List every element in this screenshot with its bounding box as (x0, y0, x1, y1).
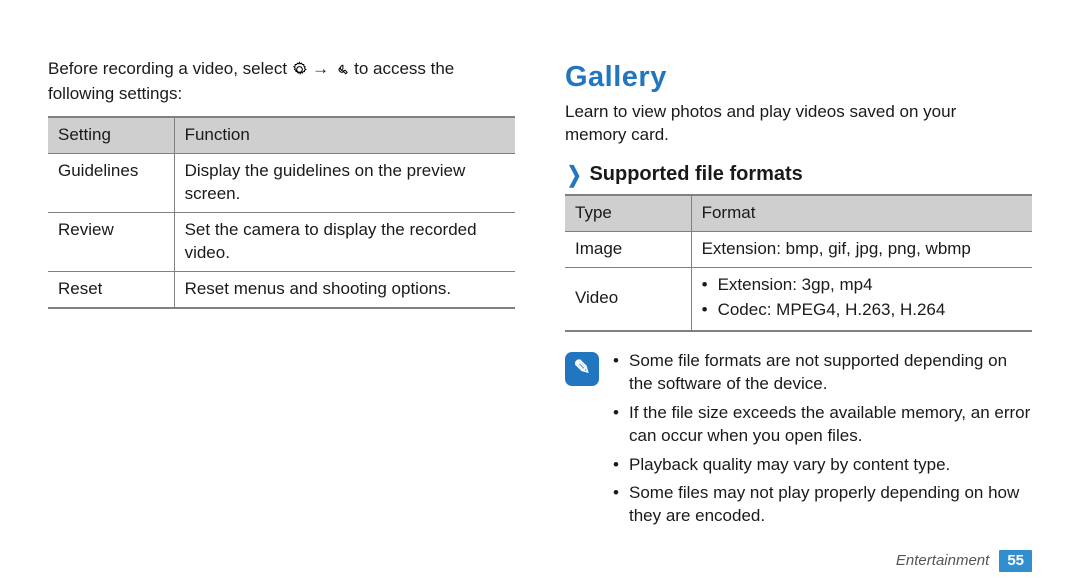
table-row: Reset Reset menus and shooting options. (48, 271, 515, 307)
col-header-function: Function (174, 117, 515, 153)
cell-type: Image (565, 231, 691, 267)
col-header-setting: Setting (48, 117, 174, 153)
table-row: Video Extension: 3gp, mp4 Codec: MPEG4, … (565, 267, 1032, 330)
page-number: 55 (999, 550, 1032, 572)
page: Before recording a video, select → to ac… (0, 0, 1080, 586)
table-header-row: Setting Function (48, 117, 515, 153)
cell-format-video: Extension: 3gp, mp4 Codec: MPEG4, H.263,… (691, 267, 1032, 330)
note-list: Some file formats are not supported depe… (613, 350, 1032, 535)
section-lead-line1: Learn to view photos and play videos sav… (565, 102, 956, 121)
intro-text-1c: to access the (354, 58, 454, 81)
cell-function: Display the guidelines on the preview sc… (174, 153, 515, 212)
subsection-heading: ❯ Supported file formats (565, 161, 1032, 188)
list-item: If the file size exceeds the available m… (613, 402, 1032, 448)
footer-category: Entertainment (896, 551, 989, 571)
intro-line-2: following settings: (48, 83, 515, 106)
section-title: Gallery (565, 58, 1032, 97)
section-lead: Learn to view photos and play videos sav… (565, 101, 1032, 147)
list-item: Some file formats are not supported depe… (613, 350, 1032, 396)
cell-function: Set the camera to display the recorded v… (174, 212, 515, 271)
list-item: Codec: MPEG4, H.263, H.264 (702, 299, 1022, 322)
section-lead-line2: memory card. (565, 125, 669, 144)
note-block: ✎ Some file formats are not supported de… (565, 350, 1032, 535)
left-column: Before recording a video, select → to ac… (48, 58, 519, 568)
subsection-title: Supported file formats (589, 161, 802, 188)
col-header-format: Format (691, 195, 1032, 231)
video-format-list: Extension: 3gp, mp4 Codec: MPEG4, H.263,… (702, 274, 1022, 322)
note-icon: ✎ (565, 352, 599, 386)
cell-type: Video (565, 267, 691, 330)
table-row: Image Extension: bmp, gif, jpg, png, wbm… (565, 231, 1032, 267)
page-footer: Entertainment 55 (896, 550, 1032, 572)
formats-table: Type Format Image Extension: bmp, gif, j… (565, 194, 1032, 332)
right-column: Gallery Learn to view photos and play vi… (561, 58, 1032, 568)
pencil-icon: ✎ (574, 355, 591, 382)
cell-setting: Review (48, 212, 174, 271)
list-item: Some files may not play properly dependi… (613, 482, 1032, 528)
cell-setting: Guidelines (48, 153, 174, 212)
col-header-type: Type (565, 195, 691, 231)
chevron-right-icon: ❯ (567, 164, 582, 186)
table-header-row: Type Format (565, 195, 1032, 231)
intro-arrow: → (312, 58, 329, 81)
gear-icon (291, 58, 308, 81)
settings-table: Setting Function Guidelines Display the … (48, 116, 515, 309)
intro-text-1a: Before recording a video, select (48, 58, 287, 81)
cell-function: Reset menus and shooting options. (174, 271, 515, 307)
list-item: Playback quality may vary by content typ… (613, 454, 1032, 477)
intro-line-1: Before recording a video, select → to ac… (48, 58, 515, 81)
cell-format: Extension: bmp, gif, jpg, png, wbmp (691, 231, 1032, 267)
cell-setting: Reset (48, 271, 174, 307)
list-item: Extension: 3gp, mp4 (702, 274, 1022, 297)
table-row: Guidelines Display the guidelines on the… (48, 153, 515, 212)
table-row: Review Set the camera to display the rec… (48, 212, 515, 271)
wrench-icon (333, 58, 350, 81)
